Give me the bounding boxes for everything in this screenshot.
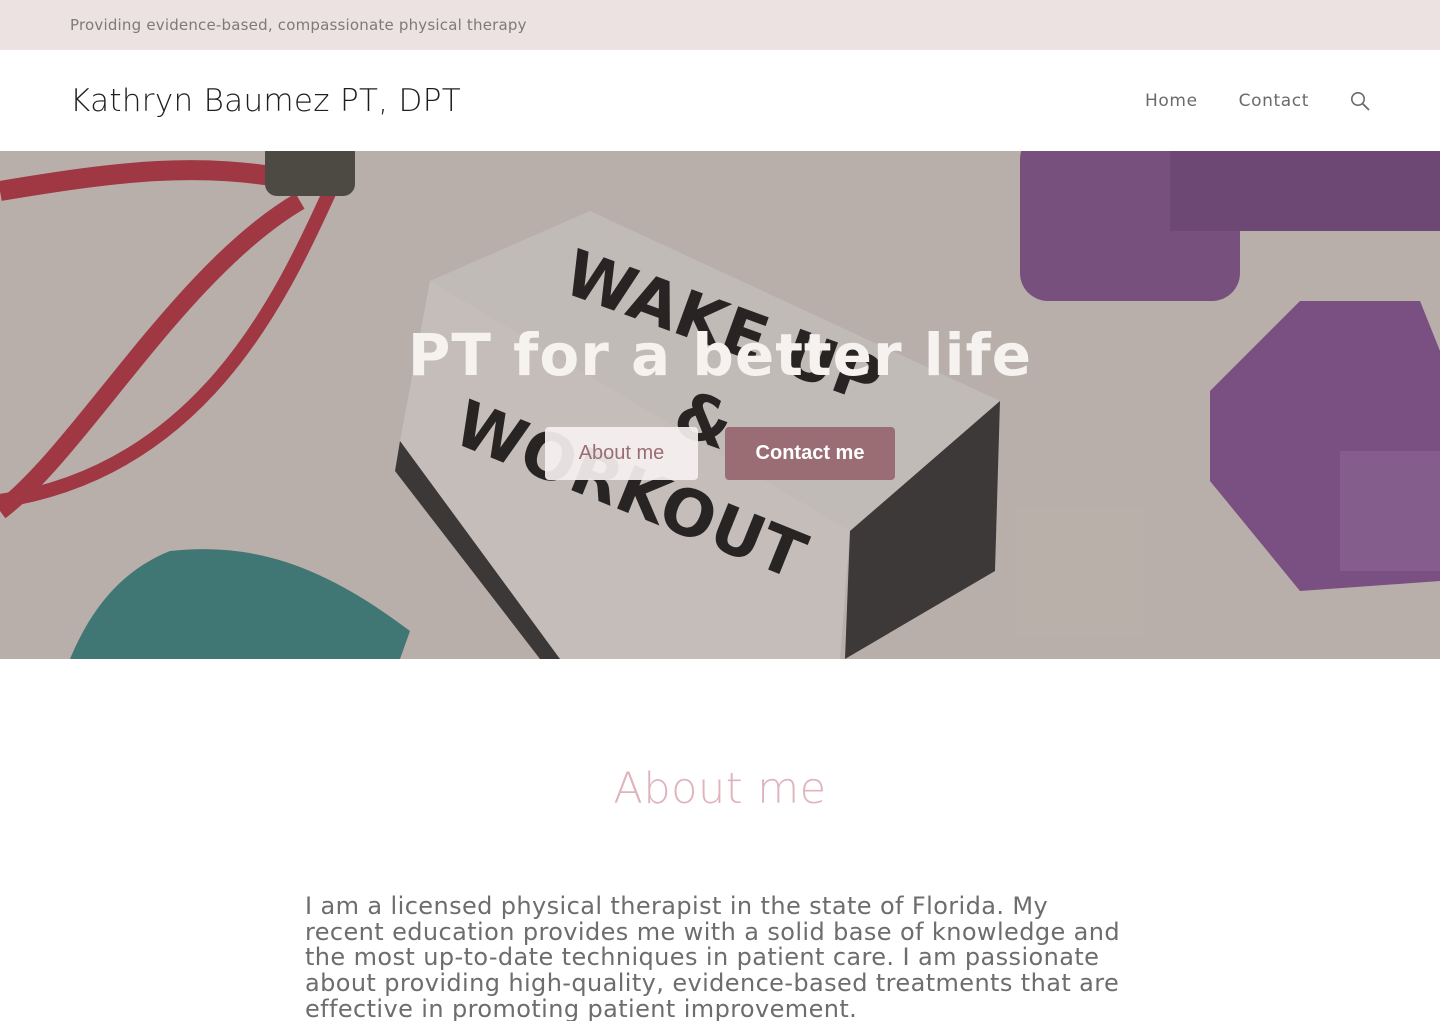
about-me-button[interactable]: About me [545, 427, 698, 480]
hero-banner: WAKE UP & WORKOUT PT for a better life A… [0, 151, 1440, 659]
about-body-text: I am a licensed physical therapist in th… [305, 892, 1121, 1021]
about-heading: About me [613, 764, 827, 814]
top-announcement-bar: Providing evidence-based, compassionate … [0, 0, 1440, 50]
hero-title: PT for a better life [407, 321, 1033, 389]
contact-me-button[interactable]: Contact me [725, 427, 895, 480]
nav-contact-link[interactable]: Contact [1239, 91, 1309, 111]
search-icon[interactable] [1350, 90, 1370, 112]
hero-content: PT for a better life About me Contact me [0, 321, 1440, 480]
hero-buttons: About me Contact me [545, 427, 895, 480]
main-nav: Home Contact [1145, 90, 1370, 112]
site-title[interactable]: Kathryn Baumez PT, DPT [70, 83, 461, 119]
site-header: Kathryn Baumez PT, DPT Home Contact [0, 50, 1440, 151]
tagline: Providing evidence-based, compassionate … [70, 16, 527, 34]
about-section: About me I am a licensed physical therap… [0, 659, 1440, 1021]
nav-home-link[interactable]: Home [1145, 91, 1198, 111]
